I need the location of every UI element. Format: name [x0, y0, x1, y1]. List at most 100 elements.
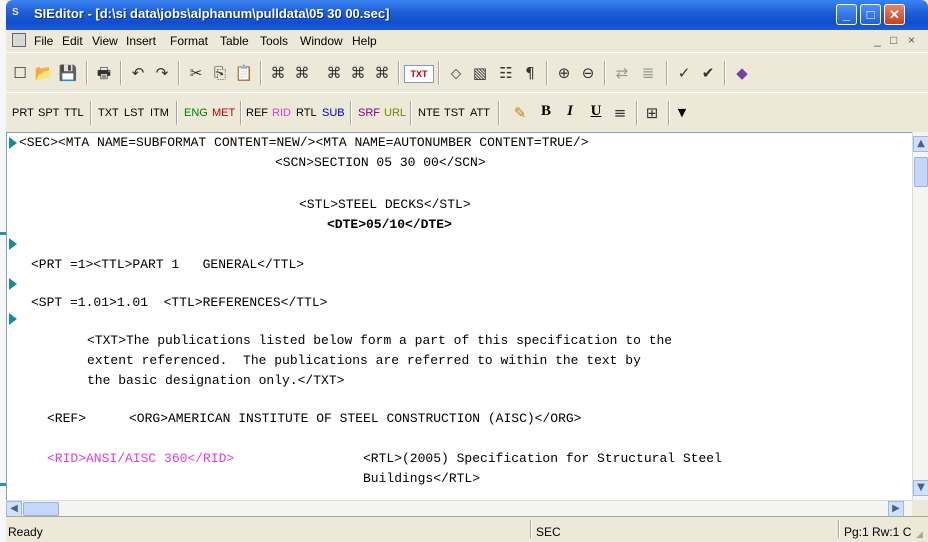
scroll-up-icon[interactable]: ▲ [913, 136, 928, 152]
vertical-scroll-thumb[interactable] [914, 157, 928, 187]
find-icon[interactable]: ⌘ [268, 63, 288, 83]
copy-icon[interactable]: ⎘ [210, 63, 230, 83]
vertical-scrollbar[interactable]: ▲ ▼ [912, 132, 928, 500]
menu-tools[interactable]: Tools [260, 34, 288, 48]
align-icon[interactable]: ≡ [610, 103, 630, 123]
section-marker-icon [9, 137, 17, 149]
menu-insert[interactable]: Insert [126, 34, 156, 48]
underline-icon[interactable]: U [586, 103, 606, 123]
bold-icon[interactable]: B [536, 103, 556, 123]
menu-help[interactable]: Help [352, 34, 377, 48]
mdi-close-button[interactable]: × [908, 33, 915, 47]
status-divider [530, 520, 532, 538]
editor-line[interactable]: <SCN>SECTION 05 30 00</SCN> [275, 155, 486, 170]
editor-line[interactable]: <ORG>AMERICAN INSTITUTE OF STEEL CONSTRU… [129, 411, 581, 426]
editor-line[interactable]: <TXT>The publications listed below form … [87, 333, 672, 348]
tag-button-eng[interactable]: ENG [184, 107, 208, 119]
text-tag-icon[interactable]: ☷ [496, 63, 516, 83]
menu-edit[interactable]: Edit [62, 34, 83, 48]
italic-icon[interactable]: I [560, 103, 580, 123]
save-icon[interactable]: 💾 [58, 63, 78, 83]
find-all-icon[interactable]: ⌘ [372, 63, 392, 83]
cut-icon[interactable]: ✂ [186, 63, 206, 83]
table-icon[interactable]: ⊞ [642, 103, 662, 123]
menu-view[interactable]: View [92, 34, 118, 48]
menu-window[interactable]: Window [300, 34, 343, 48]
tag-button-att[interactable]: ATT [470, 107, 490, 119]
toolbar-separator [398, 61, 400, 85]
insert-image-icon[interactable]: ▧ [470, 63, 490, 83]
editor-line[interactable]: <STL>STEEL DECKS</STL> [299, 197, 471, 212]
tag-button-rid[interactable]: RID [272, 107, 291, 119]
menu-file[interactable]: File [34, 34, 53, 48]
redo-icon[interactable]: ↷ [152, 63, 172, 83]
tag-button-tst[interactable]: TST [444, 107, 465, 119]
tag-button-sub[interactable]: SUB [322, 107, 345, 119]
tag-button-ttl[interactable]: TTL [64, 107, 84, 119]
minimize-button[interactable]: _ [836, 4, 857, 25]
tag-button-txt[interactable]: TXT [98, 107, 119, 119]
editor-line[interactable]: <RID>ANSI/AISC 360</RID> [47, 451, 234, 466]
book-icon[interactable]: ◆ [732, 63, 752, 83]
spell-check-icon[interactable]: ✓ [674, 63, 694, 83]
tag-button-prt[interactable]: PRT [12, 107, 34, 119]
close-button[interactable]: ✕ [884, 4, 905, 25]
editor-line[interactable]: <PRT =1><TTL>PART 1 GENERAL</TTL> [31, 257, 304, 272]
find-tag-icon[interactable]: ⌘ [348, 63, 368, 83]
highlight-icon[interactable]: ✎ [510, 103, 530, 123]
zoom-out-icon[interactable]: ⊖ [578, 63, 598, 83]
maximize-button[interactable]: □ [860, 4, 881, 25]
tag-button-met[interactable]: MET [212, 107, 235, 119]
tag-button-srf[interactable]: SRF [358, 107, 380, 119]
menu-format[interactable]: Format [170, 34, 208, 48]
tag-button-lst[interactable]: LST [124, 107, 144, 119]
tag-button-url[interactable]: URL [384, 107, 406, 119]
tag-button-itm[interactable]: ITM [150, 107, 169, 119]
toolbar-separator [724, 61, 726, 85]
find-next-icon[interactable]: ⌘ [292, 63, 312, 83]
paste-icon[interactable]: 📋 [234, 63, 254, 83]
editor-line[interactable]: <SPT =1.01>1.01 <TTL>REFERENCES</TTL> [31, 295, 327, 310]
app-icon: S [12, 7, 19, 18]
mdi-restore-button[interactable]: □ [890, 33, 897, 47]
document-icon[interactable] [12, 33, 26, 47]
editor-line[interactable]: <DTE>05/10</DTE> [327, 217, 452, 232]
horizontal-scroll-thumb[interactable] [23, 502, 59, 516]
editor-line[interactable]: <SEC><MTA NAME=SUBFORMAT CONTENT=NEW/><M… [19, 135, 589, 150]
tag-button-nte[interactable]: NTE [418, 107, 440, 119]
list-icon[interactable]: ≣ [638, 63, 658, 83]
editor-line[interactable]: <REF> [47, 411, 86, 426]
validate-icon[interactable]: ✔ [698, 63, 718, 83]
scroll-down-icon[interactable]: ▼ [913, 480, 928, 496]
editor-line[interactable]: the basic designation only.</TXT> [87, 373, 344, 388]
undo-icon[interactable]: ↶ [128, 63, 148, 83]
tag-button-ref[interactable]: REF [246, 107, 268, 119]
renumber-icon[interactable]: ⇄ [612, 63, 632, 83]
title-bar[interactable]: S SIEditor - [d:\si data\jobs\alphanum\p… [6, 0, 928, 30]
toolbar-separator [546, 61, 548, 85]
tag-button-rtl[interactable]: RTL [296, 107, 317, 119]
editor-line[interactable]: extent referenced. The publications are … [87, 353, 641, 368]
mdi-minimize-button[interactable]: _ [874, 33, 881, 47]
zoom-in-icon[interactable]: ⊕ [554, 63, 574, 83]
resize-grip-icon[interactable]: ◢ [916, 530, 926, 540]
new-icon[interactable]: ☐ [10, 63, 30, 83]
pilcrow-icon[interactable]: ¶ [520, 63, 540, 83]
scroll-left-icon[interactable]: ◀ [6, 501, 22, 517]
menu-table[interactable]: Table [220, 34, 249, 48]
status-position: Pg:1 Rw:1 C [844, 525, 912, 539]
print-icon[interactable]: 🖶 [94, 63, 114, 83]
find-replace-icon[interactable]: ⌘ [324, 63, 344, 83]
tag-button-spt[interactable]: SPT [38, 107, 59, 119]
document-editor[interactable]: <SEC><MTA NAME=SUBFORMAT CONTENT=NEW/><M… [6, 132, 912, 500]
dropdown-arrow-icon[interactable]: ▼ [672, 103, 692, 123]
toolbar-separator [410, 101, 412, 125]
editor-line[interactable]: <RTL>(2005) Specification for Structural… [363, 451, 722, 466]
scroll-right-icon[interactable]: ▶ [888, 501, 904, 517]
toolbar-separator [240, 101, 242, 125]
text-mode-icon[interactable]: TXT [404, 65, 434, 83]
horizontal-scrollbar[interactable]: ◀ ▶ [6, 500, 912, 517]
open-icon[interactable]: 📂 [34, 63, 54, 83]
editor-line[interactable]: Buildings</RTL> [363, 471, 480, 486]
insert-object-icon[interactable]: ⬦ [446, 63, 466, 83]
